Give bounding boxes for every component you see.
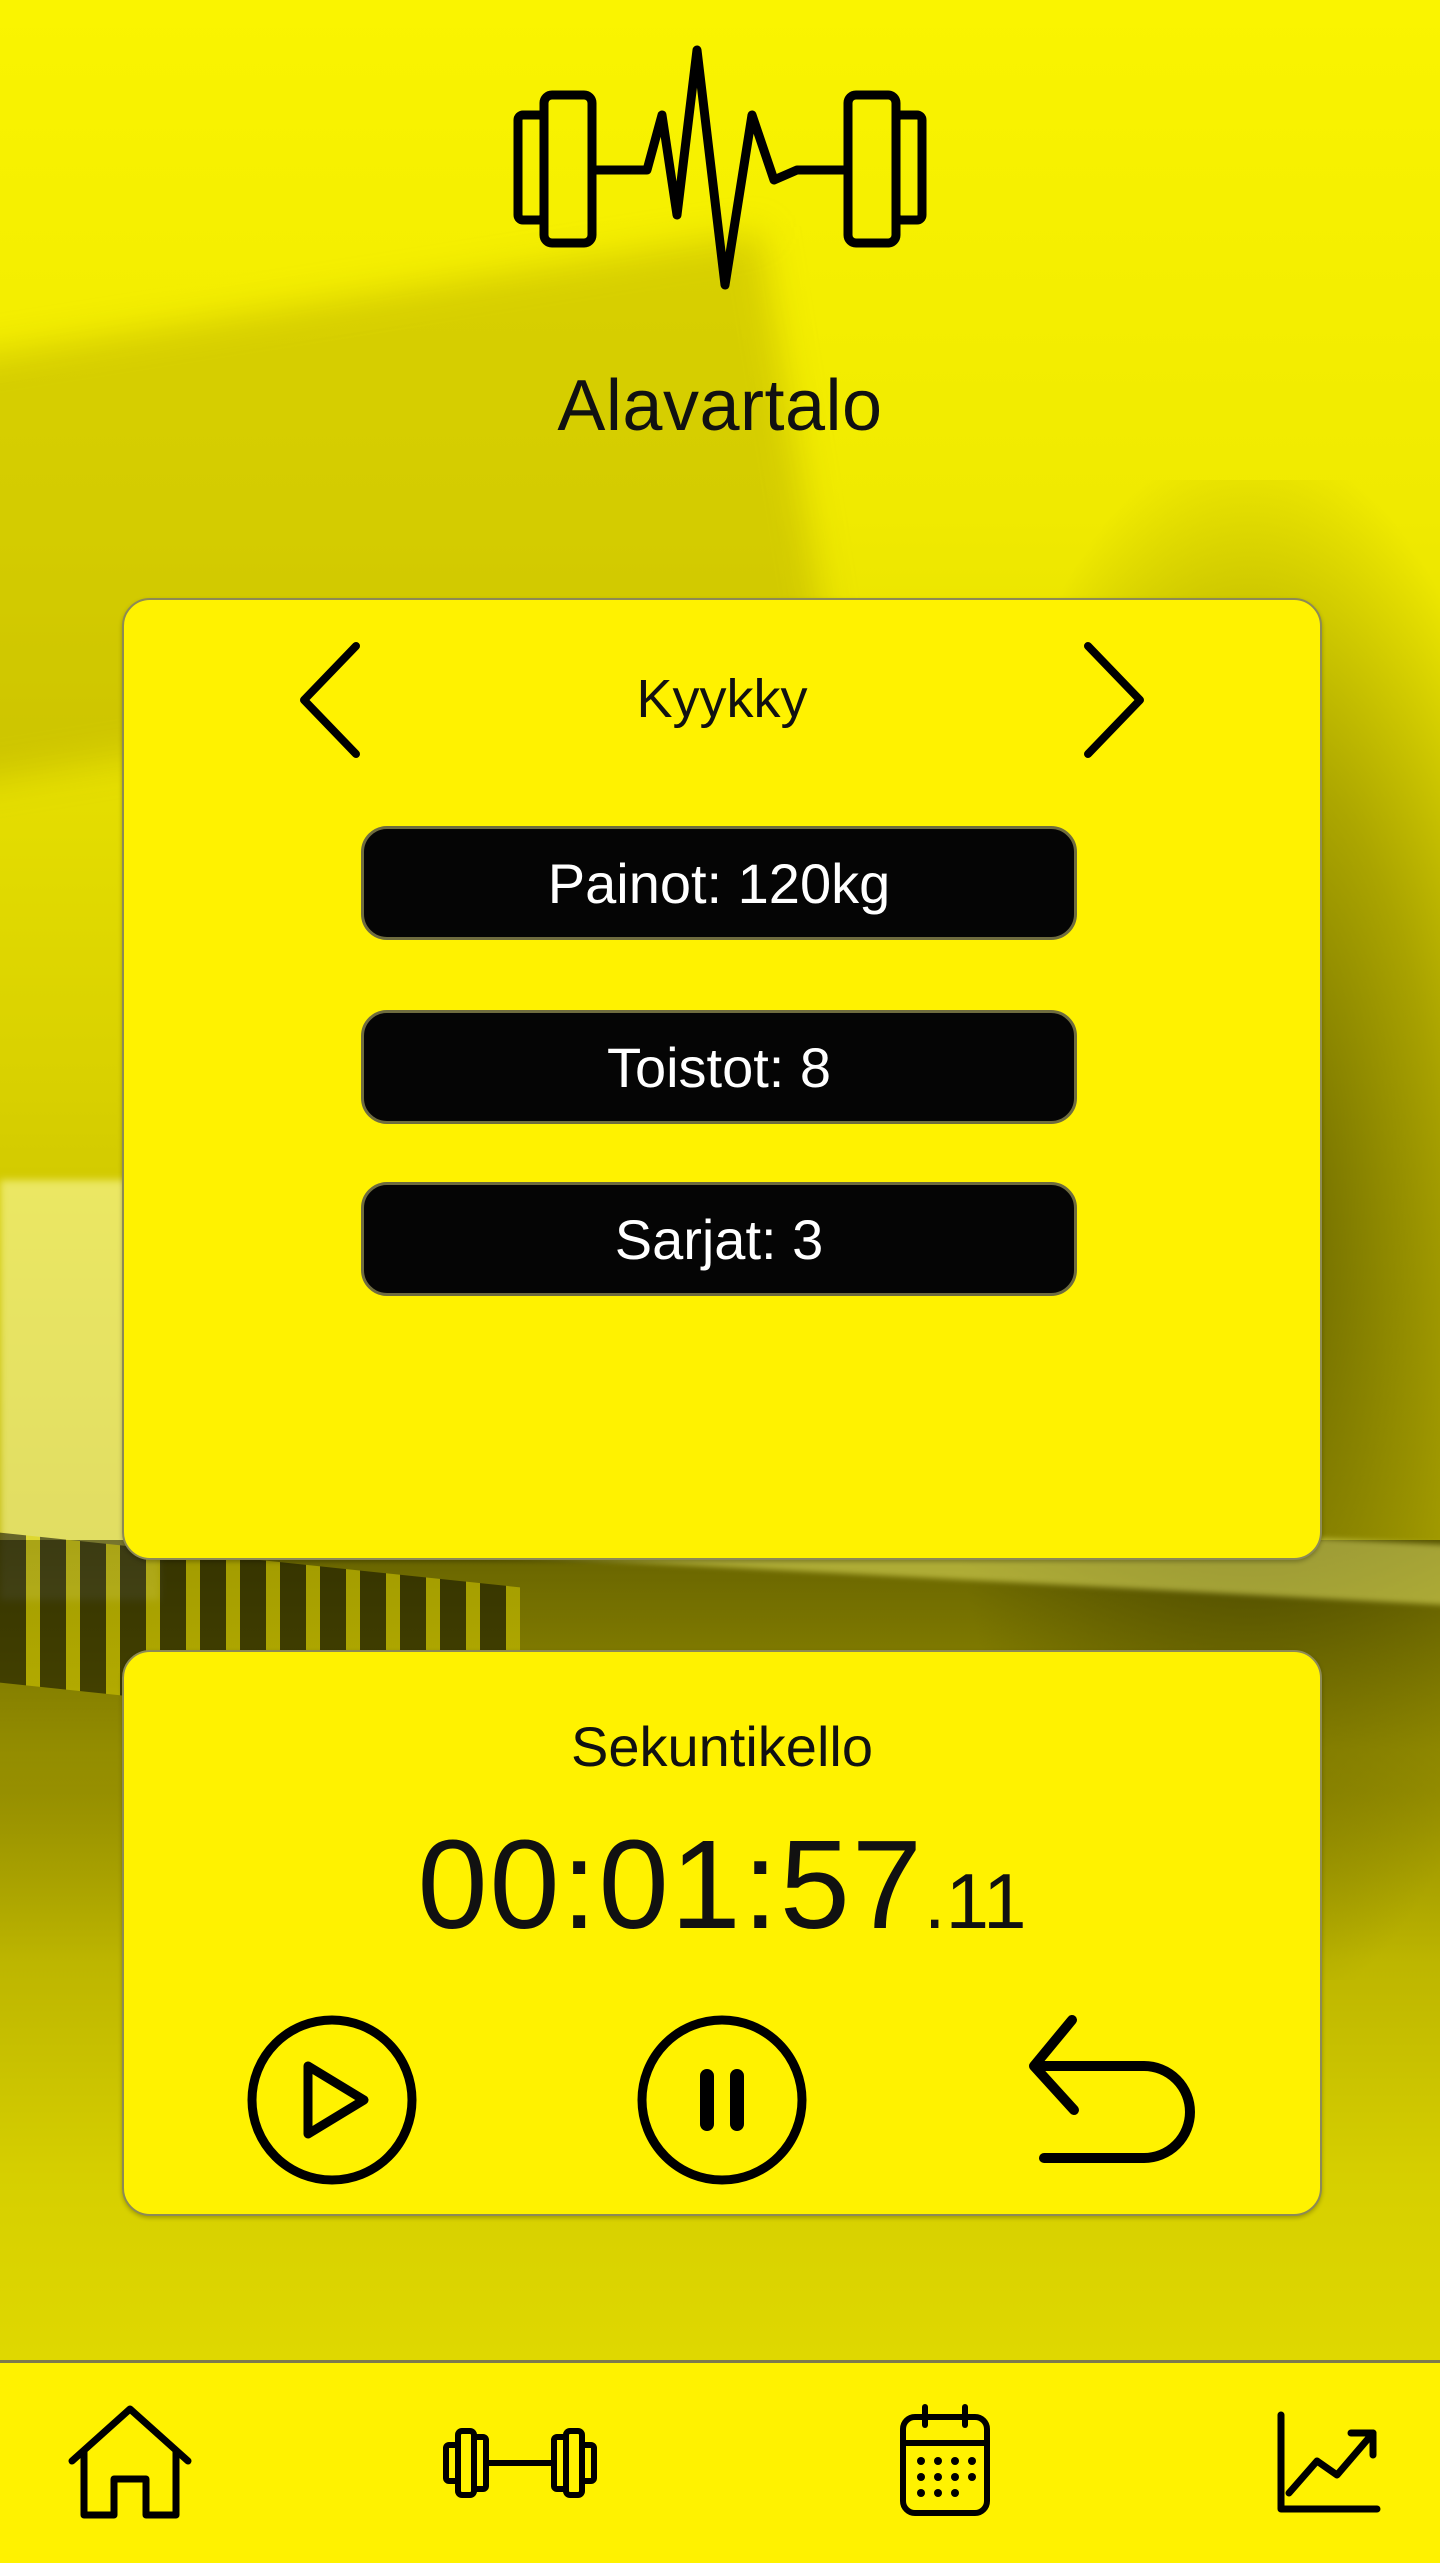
next-exercise-button[interactable] [1070, 640, 1150, 760]
sets-field[interactable]: Sarjat: 3 [361, 1182, 1077, 1296]
reset-icon [1029, 2015, 1195, 2163]
exercise-header: Kyykky [124, 640, 1320, 760]
reset-button[interactable] [1022, 2010, 1202, 2190]
calendar-icon [900, 2404, 990, 2516]
chevron-right-icon [1084, 642, 1144, 758]
dumbbell-icon [443, 2428, 597, 2498]
reps-field[interactable]: Toistot: 8 [361, 1010, 1077, 1124]
pause-button[interactable] [632, 2010, 812, 2190]
home-icon [68, 2405, 192, 2519]
weights-field[interactable]: Painot: 120kg [361, 826, 1077, 940]
dumbbell-heartbeat-icon [512, 45, 928, 295]
nav-calendar-button[interactable] [875, 2403, 1015, 2523]
stopwatch-display: 00:01:57.11 [124, 1812, 1320, 1957]
nav-home-button[interactable] [60, 2403, 200, 2523]
stopwatch-fraction: .11 [923, 1857, 1027, 1945]
stopwatch-time: 00:01:57 [417, 1814, 924, 1955]
nav-workout-button[interactable] [440, 2403, 597, 2523]
stopwatch-card: Sekuntikello 00:01:57.11 [122, 1650, 1322, 2216]
chart-icon [1277, 2411, 1381, 2513]
nav-stats-button[interactable] [1255, 2403, 1395, 2523]
stopwatch-title: Sekuntikello [571, 1715, 873, 1778]
bottom-navigation [0, 2360, 1440, 2563]
play-icon [247, 2015, 417, 2185]
exercise-card: Kyykky Painot: 120kg Toistot: 8 Sarjat: … [122, 598, 1322, 1560]
play-button[interactable] [242, 2010, 422, 2190]
page-title: Alavartalo [557, 366, 883, 446]
pause-icon [637, 2015, 807, 2185]
